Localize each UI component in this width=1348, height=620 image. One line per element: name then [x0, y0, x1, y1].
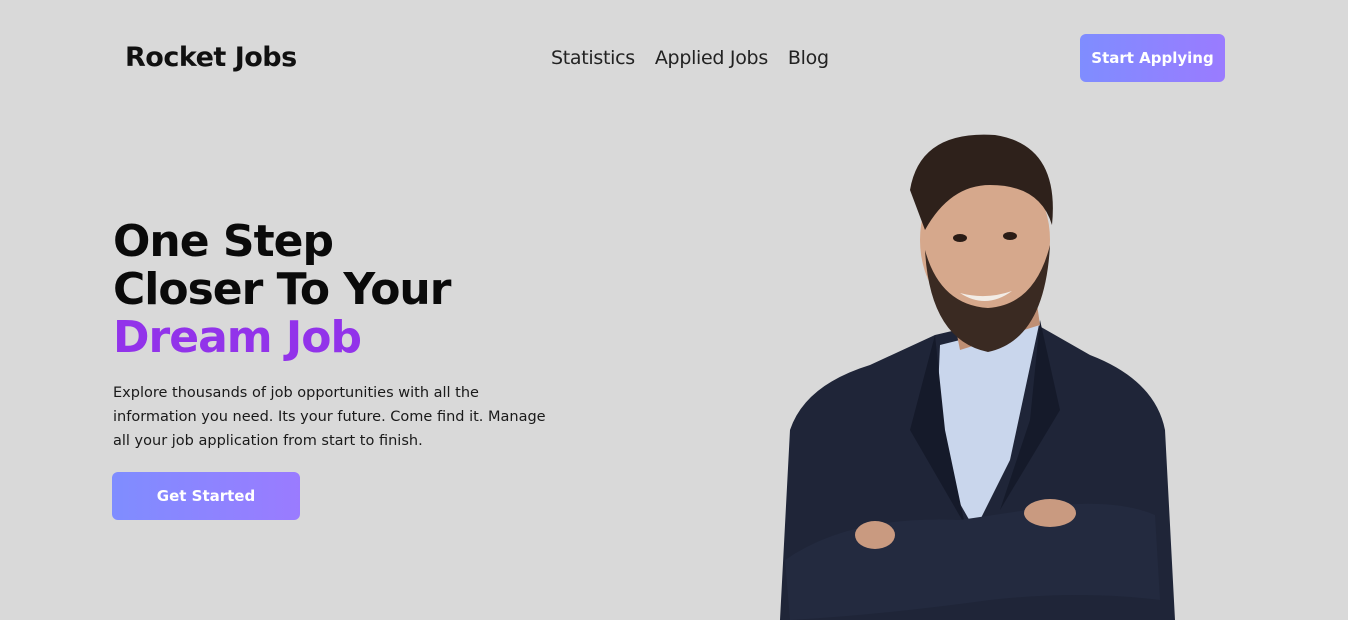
eye-right	[1003, 232, 1017, 240]
landing-page: Rocket Jobs Statistics Applied Jobs Blog…	[0, 0, 1348, 620]
eye-left	[953, 234, 967, 242]
hero-title: One Step Closer To Your Dream Job	[113, 216, 451, 363]
start-applying-button[interactable]: Start Applying	[1080, 34, 1225, 82]
hero-title-accent: Dream Job	[113, 312, 362, 363]
nav-link-blog[interactable]: Blog	[788, 47, 829, 69]
hero-title-line-2: Closer To Your	[113, 264, 451, 315]
nav-link-statistics[interactable]: Statistics	[551, 47, 635, 69]
main-nav: Statistics Applied Jobs Blog	[551, 47, 829, 69]
nav-link-applied-jobs[interactable]: Applied Jobs	[655, 47, 768, 69]
person-photo-icon	[780, 134, 1175, 620]
hand-left	[855, 521, 895, 549]
site-logo[interactable]: Rocket Jobs	[125, 42, 297, 73]
hand-right	[1024, 499, 1076, 527]
hero-description: Explore thousands of job opportunities w…	[113, 385, 546, 449]
get-started-button[interactable]: Get Started	[112, 472, 300, 520]
hero-title-line-1: One Step	[113, 216, 334, 267]
